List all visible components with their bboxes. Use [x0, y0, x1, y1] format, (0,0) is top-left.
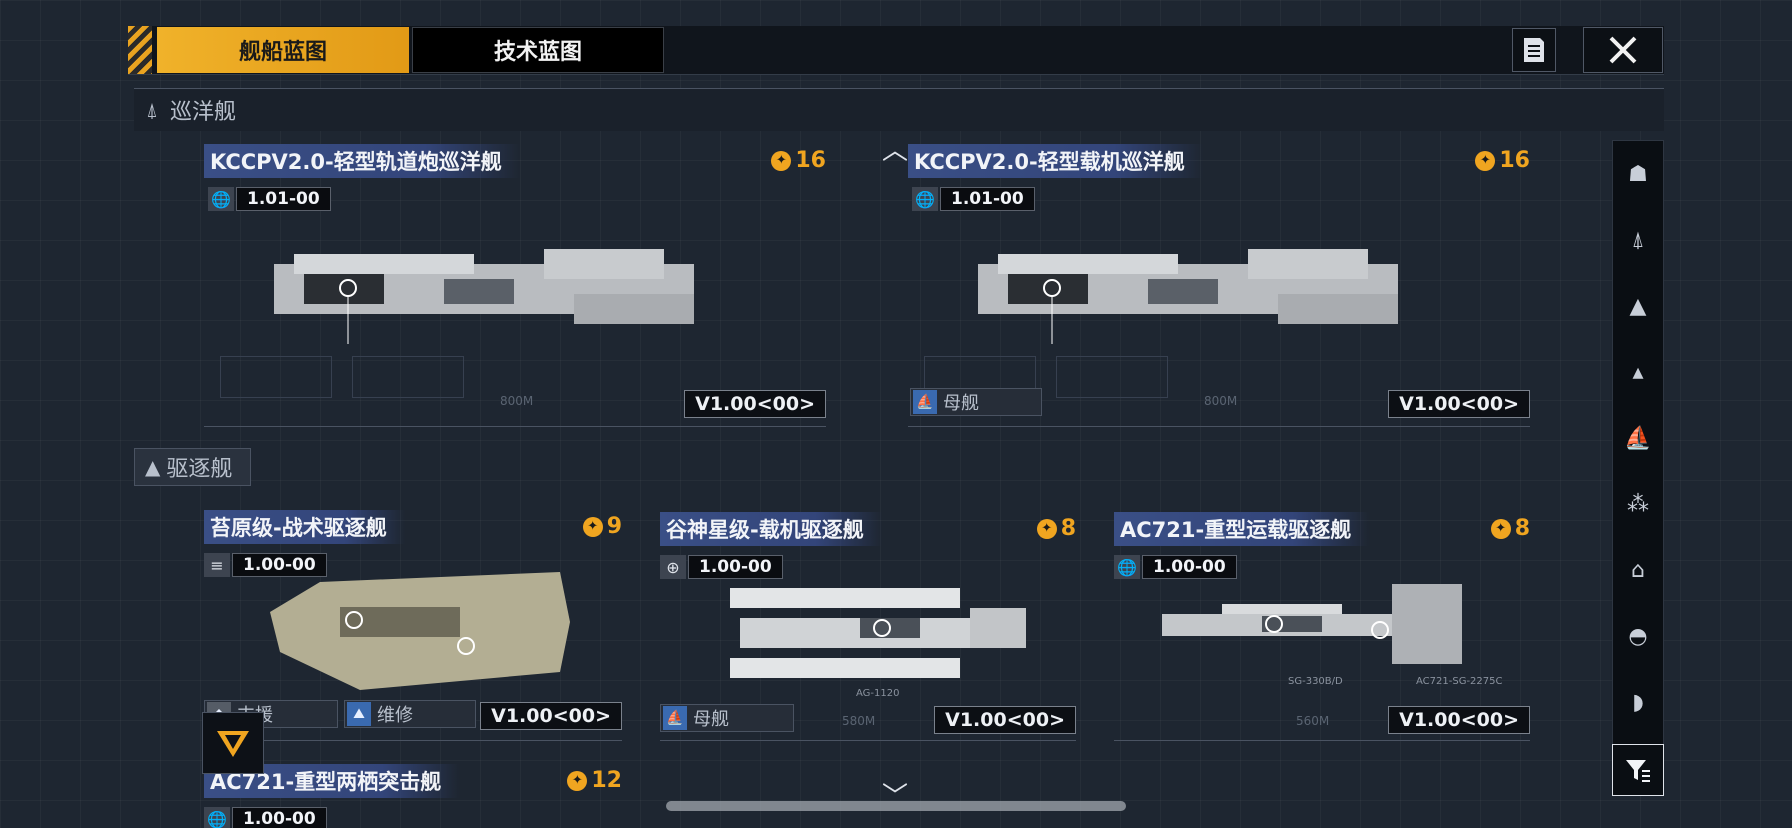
auxiliary-icon[interactable]: ⁂	[1612, 484, 1664, 524]
base-icon[interactable]: ◗	[1612, 682, 1664, 722]
frigate-icon[interactable]: ☗	[1612, 154, 1664, 194]
close-button[interactable]	[1583, 27, 1663, 73]
carrier-tag-icon: ⛵	[913, 390, 937, 414]
cost-icon: ✦	[567, 770, 588, 791]
length-label: 580M	[842, 714, 876, 728]
ship-card[interactable]: 谷神星级-载机驱逐舰 ✦ 8 ⊕ 1.00-00 AG-1120 580M ⛵ 母舰…	[660, 512, 1076, 741]
length-label: 800M	[1204, 394, 1238, 408]
scroll-up-icon[interactable]: ︿	[882, 130, 908, 167]
section-header-cruiser: ⍋ 巡洋舰	[134, 88, 1664, 131]
ship-cost: ✦ 16	[771, 148, 826, 173]
cruiser-icon: ⍋	[146, 98, 158, 122]
battlecruiser-icon[interactable]: ▴	[1612, 352, 1664, 392]
length-label: 800M	[500, 394, 534, 408]
cost-icon: ✦	[582, 516, 603, 537]
ship-cost: ✦ 16	[1475, 148, 1530, 173]
repair-tag-icon: ⛰	[347, 702, 371, 726]
globe-icon: 🌐	[1114, 555, 1140, 579]
cost-icon: ✦	[1490, 518, 1511, 539]
blueprint-sketch	[220, 356, 332, 398]
carrier-tag-icon: ⛵	[663, 706, 687, 730]
ship-image	[270, 572, 570, 690]
hazard-stripe	[128, 26, 152, 74]
version-row: 🌐 1.00-00	[204, 806, 327, 828]
blueprint-version: V1.00<00>	[480, 702, 622, 730]
version-value: 1.00-00	[232, 807, 327, 828]
tab-ship-blueprint[interactable]: 舰船蓝图	[157, 27, 409, 73]
ship-card[interactable]: 苔原级-战术驱逐舰 ✦9 ≡ 1.00-00 ◆支援 ⛰维修 V1.00<00>	[204, 510, 622, 741]
tag-repair: ⛰ 维修	[344, 700, 476, 728]
ship-card[interactable]: AC721-重型运载驱逐舰 ✦ 8 🌐 1.00-00 SG-330B/D AC7…	[1114, 512, 1530, 741]
ship-image	[978, 249, 1398, 344]
ship-cost: ✦ 8	[1036, 516, 1076, 541]
filter-icon	[1626, 760, 1650, 782]
version-row: 🌐 1.01-00	[912, 186, 1035, 212]
cruiser-icon[interactable]: ⍋	[1612, 220, 1664, 260]
ship-image	[274, 249, 694, 344]
blueprint-version: V1.00<00>	[1388, 390, 1530, 418]
tag-carrier: ⛵ 母舰	[910, 388, 1042, 416]
ship-name: AC721-重型运载驱逐舰	[1114, 512, 1370, 546]
destroyer-icon[interactable]: ▲	[1612, 286, 1664, 326]
carrier-icon[interactable]: ⛵	[1612, 418, 1664, 458]
ship-name: 苔原级-战术驱逐舰	[204, 510, 405, 544]
cost-icon: ✦	[771, 150, 792, 171]
ship-cost: ✦ 12	[567, 768, 622, 793]
version-value: 1.01-00	[940, 187, 1035, 211]
section-title: 驱逐舰	[166, 457, 233, 482]
blueprint-version: V1.00<00>	[1388, 706, 1530, 734]
ship-name: KCCPV2.0-轻型载机巡洋舰	[908, 144, 1203, 178]
callout-label: SG-330B/D	[1288, 676, 1343, 687]
dome-icon[interactable]: ◓	[1612, 616, 1664, 656]
version-value: 1.01-00	[236, 187, 331, 211]
tab-tech-blueprint[interactable]: 技术蓝图	[412, 27, 664, 73]
ship-cost: ✦ 9	[582, 514, 622, 539]
globe-icon: 🌐	[204, 807, 230, 828]
faction-icon: ≡	[204, 553, 230, 577]
version-row: 🌐 1.01-00	[208, 186, 331, 212]
section-header-destroyer: ▲ 驱逐舰	[134, 448, 252, 486]
faction-icon: ⊕	[660, 555, 686, 579]
triangle-emblem-icon	[217, 731, 249, 757]
globe-icon: 🌐	[208, 187, 234, 211]
section-title: 巡洋舰	[170, 100, 237, 125]
blueprint-sketch	[352, 356, 464, 398]
ship-name: 谷神星级-载机驱逐舰	[660, 512, 882, 546]
ship-card[interactable]: AC721-重型两栖突击舰 ✦ 12 🌐 1.00-00	[204, 764, 622, 828]
callout-label: AC721-SG-2275C	[1416, 676, 1503, 687]
quick-menu-button[interactable]	[202, 712, 264, 774]
blueprint-sketch	[1056, 356, 1168, 398]
ship-cost: ✦ 8	[1490, 516, 1530, 541]
ship-card[interactable]: KCCPV2.0-轻型轨道炮巡洋舰 ✦ 16 🌐 1.01-00 800M V1.…	[204, 144, 826, 427]
filter-button[interactable]	[1612, 744, 1664, 796]
ship-image	[1162, 584, 1462, 664]
notes-button[interactable]	[1512, 28, 1556, 72]
cost-icon: ✦	[1475, 150, 1496, 171]
destroyer-icon: ▲	[145, 455, 161, 479]
horizontal-scrollbar[interactable]	[666, 801, 1126, 811]
blueprint-version: V1.00<00>	[934, 706, 1076, 734]
length-label: 560M	[1296, 714, 1330, 728]
close-icon	[1609, 36, 1637, 64]
station-icon[interactable]: ⌂	[1612, 550, 1664, 590]
blueprint-version: V1.00<00>	[684, 390, 826, 418]
document-icon	[1524, 38, 1544, 62]
callout-label: AG-1120	[856, 688, 900, 699]
ship-name: KCCPV2.0-轻型轨道炮巡洋舰	[204, 144, 520, 178]
globe-icon: 🌐	[912, 187, 938, 211]
tag-carrier: ⛵ 母舰	[660, 704, 794, 732]
ship-image	[730, 588, 1026, 678]
ship-card[interactable]: KCCPV2.0-轻型载机巡洋舰 ✦ 16 🌐 1.01-00 800M ⛵ 母舰 …	[908, 144, 1530, 427]
cost-icon: ✦	[1036, 518, 1057, 539]
